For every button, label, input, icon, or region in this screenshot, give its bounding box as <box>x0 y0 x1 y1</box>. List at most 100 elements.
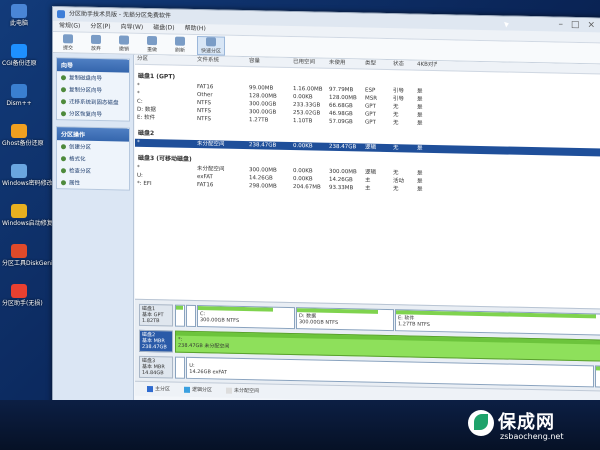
column-header[interactable]: 分区 <box>135 55 195 65</box>
table-cell: 238.47GB <box>329 143 357 151</box>
table-cell: 204.67MB <box>293 184 321 191</box>
sidebar-item-label: 迁移系统到固态磁盘 <box>69 99 119 107</box>
sidebar-item[interactable]: 分区恢复向导 <box>57 107 129 121</box>
disk-info[interactable]: 磁盘2 基本 MBR 238.47GB <box>139 329 173 353</box>
toolbar-icon <box>147 35 157 45</box>
toolbar-button[interactable]: 撤销 <box>113 34 135 52</box>
desktop-icon-label: Dism++ <box>6 100 32 107</box>
disk-map: 磁盘1 基本 GPT 1.82TB C: 300.00GB NTFS D: 数据 300.0… <box>135 298 600 392</box>
menu-item[interactable]: 帮助(H) <box>185 25 206 32</box>
table-cell: 无 <box>393 145 399 152</box>
table-cell: 是 <box>417 186 423 193</box>
window-controls[interactable]: –□× <box>558 18 600 33</box>
desktop-app-icon <box>11 84 27 98</box>
sidebar-item-label: 格式化 <box>69 156 86 163</box>
legend-label: 逻辑分区 <box>192 386 213 394</box>
partition-block[interactable] <box>186 304 196 328</box>
partition-block[interactable] <box>175 356 186 379</box>
app-icon <box>57 10 65 19</box>
table-cell: E: 软件 <box>137 114 156 122</box>
toolbar-icon <box>63 33 73 43</box>
desktop-icon[interactable]: Ghost备份还原 <box>2 124 44 147</box>
legend-label: 主分区 <box>155 386 171 393</box>
toolbar-button[interactable]: 重做 <box>141 35 163 53</box>
toolbar-button-label: 快速分区 <box>200 47 221 55</box>
wizard-icon <box>61 74 66 80</box>
disk-info-line: 1.82TB <box>142 317 160 325</box>
legend-swatch <box>226 387 233 394</box>
legend-label: 未分配空间 <box>234 387 260 395</box>
legend-swatch <box>147 385 153 392</box>
toolbar-icon <box>206 36 216 46</box>
partition-label: C: 300.00GB NTFS <box>198 310 294 326</box>
partition-block[interactable] <box>594 365 600 388</box>
partition-label <box>596 370 600 372</box>
desktop-icon-column: 此电脑 CGI备份还原 Dism++ Ghost备份还原 Windows密码修改 Wind… <box>0 0 60 450</box>
disk-info[interactable]: 磁盘1 基本 GPT 1.82TB <box>139 303 173 327</box>
toolbar-button-label: 放弃 <box>90 45 101 52</box>
partition-block[interactable]: E: 软件 1.27TB NTFS <box>395 309 600 336</box>
toolbar-button[interactable]: 刷新 <box>169 36 191 53</box>
partition-label: E: 软件 1.27TB NTFS <box>396 314 600 332</box>
menu-item[interactable]: 分区(P) <box>90 23 110 30</box>
partition-block[interactable]: D: 数据 300.00GB NTFS <box>296 307 394 332</box>
desktop-icon-label: Windows启动修复 <box>2 220 53 227</box>
desktop-icon-label: 分区工具DiskGenius <box>2 260 60 267</box>
toolbar-icon <box>175 36 185 46</box>
column-header[interactable]: 状态 <box>391 60 415 70</box>
table-cell: 未分配空间 <box>197 141 225 148</box>
table-cell: NTFS <box>197 116 212 123</box>
partition-block[interactable] <box>175 304 185 327</box>
desktop-app-icon <box>11 204 27 218</box>
sidebar-panel: 分区操作 创建分区 格式化 检查分区 属性 <box>56 126 130 191</box>
toolbar-button-label: 提交 <box>62 44 73 51</box>
wizard-icon <box>61 110 66 116</box>
desktop-icon[interactable]: CGI备份还原 <box>2 44 37 67</box>
column-header[interactable]: 文件系统 <box>195 56 247 66</box>
table-cell: *: EFI <box>137 180 152 188</box>
table-cell: 主 <box>365 185 371 192</box>
desktop-icon-label: CGI备份还原 <box>2 60 37 67</box>
column-header[interactable]: 4KB对齐 <box>415 61 437 70</box>
legend-swatch <box>184 386 191 393</box>
column-header[interactable]: 已用空间 <box>291 58 327 68</box>
table-cell: 是 <box>417 145 423 152</box>
desktop-icon[interactable]: Windows密码修改 <box>2 164 53 187</box>
toolbar-button[interactable]: 提交 <box>57 33 79 51</box>
legend-item: 主分区 <box>147 382 170 396</box>
desktop: 此电脑 CGI备份还原 Dism++ Ghost备份还原 Windows密码修改 Wind… <box>0 0 600 450</box>
desktop-icon-label: 此电脑 <box>9 20 28 27</box>
partition-detail: 300.00GB NTFS <box>200 317 240 324</box>
column-header[interactable]: 未使用 <box>327 59 363 69</box>
toolbar-button-label: 刷新 <box>174 47 185 54</box>
partition-label <box>187 310 195 312</box>
column-header[interactable]: 类型 <box>363 60 391 70</box>
sidebar-item-label: 复制磁盘向导 <box>69 75 103 83</box>
sidebar-item[interactable]: 属性 <box>57 176 129 190</box>
partition-block[interactable]: C: 300.00GB NTFS <box>197 305 295 330</box>
menu-item[interactable]: 常规(G) <box>59 22 80 29</box>
wizard-icon <box>61 155 66 161</box>
wizard-icon <box>61 98 66 104</box>
desktop-icon[interactable]: 分区工具DiskGenius <box>2 244 60 267</box>
toolbar-button[interactable]: 放弃 <box>85 34 107 52</box>
sidebar: 向导 复制磁盘向导 复制分区向导 迁移系统到固态磁盘 分区恢复向导 分区操作 创建分区 格式化… <box>53 53 134 411</box>
desktop-icon[interactable]: 分区助手(无损) <box>2 284 43 307</box>
desktop-icon[interactable]: 此电脑 <box>2 4 36 27</box>
disk-info-line: 14.84GB <box>142 369 164 377</box>
column-header[interactable]: 容量 <box>247 57 291 67</box>
partition-label <box>176 310 184 312</box>
menu-item[interactable]: 向导(W) <box>121 23 144 30</box>
menu-item[interactable]: 磁盘(D) <box>153 24 174 31</box>
desktop-icon[interactable]: Dism++ <box>2 84 36 107</box>
toolbar-button[interactable]: 快速分区 <box>197 35 225 56</box>
desktop-icon-label: Windows密码修改 <box>2 180 53 187</box>
desktop-icon[interactable]: Windows启动修复 <box>2 204 53 227</box>
sidebar-item-label: 分区恢复向导 <box>69 111 103 119</box>
table-cell: GPT <box>365 119 376 126</box>
table-cell: 1.10TB <box>293 118 313 125</box>
partition-label: D: 数据 300.00GB NTFS <box>297 312 393 328</box>
desktop-app-icon <box>11 244 27 258</box>
sidebar-item-label: 检查分区 <box>69 168 92 175</box>
disk-info[interactable]: 磁盘3 基本 MBR 14.84GB <box>139 355 173 379</box>
